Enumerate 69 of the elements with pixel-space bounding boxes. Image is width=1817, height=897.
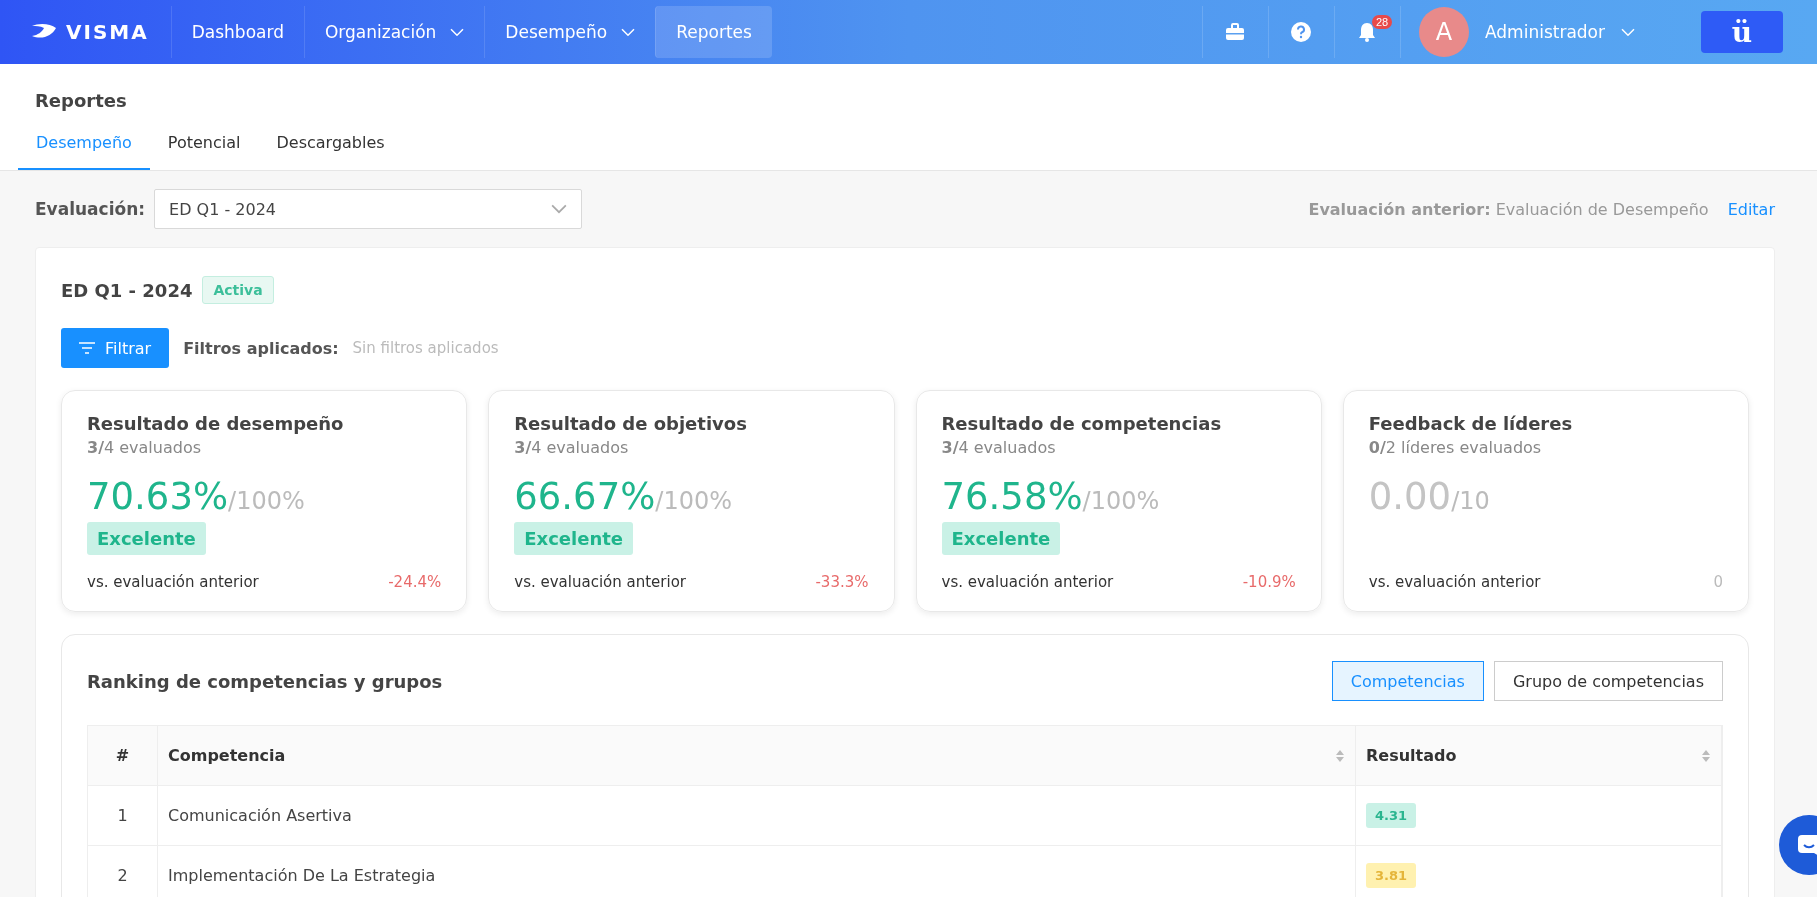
chat-icon (1796, 833, 1817, 857)
page-title: Reportes (34, 90, 128, 111)
delta-value: -10.9% (1242, 573, 1296, 591)
nav-item[interactable]: Desempeño (484, 6, 656, 58)
result-value: 76.58% (941, 475, 1083, 518)
card-title: Resultado de competencias (941, 413, 1223, 434)
caret-icon (621, 27, 636, 37)
result-scale: /100% (1082, 487, 1160, 515)
nav-item[interactable]: Organización (303, 6, 485, 58)
caret-icon (450, 27, 465, 37)
result-value: 0.00 (1368, 475, 1452, 518)
card-title: Resultado de desempeño (87, 413, 345, 434)
table-cell: Comunicación Asertiva (158, 786, 1356, 845)
filter-icon (79, 342, 95, 354)
notification-count: 28 (1372, 15, 1393, 29)
result-value: 66.67% (514, 475, 656, 518)
evaluation-title: ED Q1 - 2024 (61, 279, 193, 301)
nav-item[interactable]: Reportes (655, 6, 772, 58)
avatar: A (1419, 7, 1469, 57)
column-header[interactable]: Competencia (158, 726, 1356, 785)
compare-label: vs. evaluación anterior (514, 573, 686, 591)
notification-button[interactable]: 28 (1334, 6, 1400, 58)
filter-button[interactable]: Filtrar (61, 328, 170, 368)
card-title: Resultado de objetivos (514, 413, 748, 434)
nav-item[interactable]: Dashboard (170, 6, 304, 58)
result-value: 70.63% (87, 475, 229, 518)
delta-value: -33.3% (815, 573, 869, 591)
user-menu[interactable]: A Administrador (1400, 6, 1665, 58)
evaluation-label: Evaluación: (35, 199, 146, 219)
result-scale: /10 (1451, 487, 1490, 515)
caret-icon (551, 204, 568, 214)
bell-icon (1358, 22, 1377, 42)
toggle-option[interactable]: Competencias (1331, 661, 1484, 701)
evaluated-count: 0/2 líderes evaluados (1368, 438, 1543, 457)
rating-tag: Excelente (941, 522, 1061, 555)
card-title: Feedback de líderes (1368, 413, 1574, 434)
caret-icon (1621, 27, 1635, 37)
tab[interactable]: Desempeño (18, 125, 150, 170)
column-header[interactable]: Resultado (1356, 726, 1722, 785)
edit-link[interactable]: Editar (1727, 199, 1775, 219)
logo-text: VISMA (66, 20, 149, 44)
result-scale: /100% (655, 487, 733, 515)
table-cell: 1 (88, 786, 158, 845)
filters-label: Filtros aplicados: (183, 338, 339, 358)
rating-tag: Excelente (87, 522, 206, 555)
evaluated-count: 3/4 evaluados (514, 438, 630, 457)
app-button[interactable]: ü (1701, 11, 1783, 53)
status-tag: Activa (202, 276, 274, 304)
evaluation-select[interactable]: ED Q1 - 2024 (154, 189, 583, 229)
delta-value: 0 (1713, 573, 1723, 591)
rating-tag: Excelente (514, 522, 634, 555)
filters-value: Sin filtros aplicados (352, 339, 499, 357)
score-tag: 4.31 (1366, 803, 1417, 828)
compare-label: vs. evaluación anterior (1368, 573, 1541, 591)
toggle-option[interactable]: Grupo de competencias (1493, 661, 1723, 701)
compare-label: vs. evaluación anterior (87, 573, 259, 591)
tab[interactable]: Potencial (149, 125, 259, 170)
tab[interactable]: Descargables (258, 125, 403, 170)
ranking-title: Ranking de competencias y grupos (87, 670, 443, 692)
score-tag: 3.81 (1366, 863, 1417, 888)
compare-label: vs. evaluación anterior (941, 573, 1114, 591)
evaluated-count: 3/4 evaluados (941, 438, 1057, 457)
column-header: # (88, 726, 158, 785)
previous-evaluation: Evaluación anterior: Evaluación de Desempeño (1308, 199, 1709, 219)
table-cell: 2 (88, 846, 158, 897)
delta-value: -24.4% (388, 573, 442, 591)
evaluated-count: 3/4 evaluados (87, 438, 203, 457)
table-cell: Implementación De La Estrategia (158, 846, 1356, 897)
result-scale: /100% (228, 487, 305, 515)
